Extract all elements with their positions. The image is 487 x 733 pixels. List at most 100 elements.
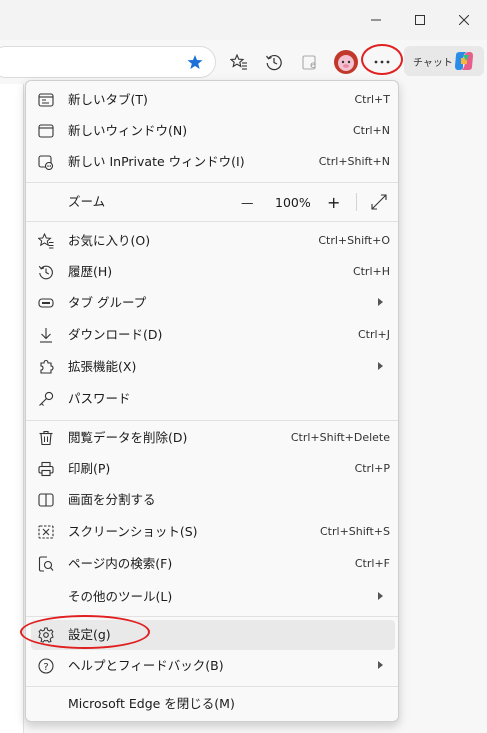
zoom-label: ズーム: [68, 194, 106, 209]
history-button[interactable]: [259, 48, 289, 76]
menu-item-print[interactable]: 印刷(P) Ctrl+P: [31, 454, 395, 484]
ie-mode-button[interactable]: e: [296, 48, 326, 76]
download-icon: [40, 328, 52, 343]
menu-item-label: ページ内の検索(F): [68, 556, 173, 571]
zoom-in-button[interactable]: +: [327, 187, 340, 217]
menu-item-new-inprivate-window[interactable]: 新しい InPrivate ウィンドウ(I) Ctrl+Shift+N: [31, 147, 395, 177]
ie-mode-icon: e: [302, 55, 316, 71]
menu-item-label: タブ グループ: [68, 295, 147, 310]
minimize-icon: [371, 19, 381, 21]
menu-item-label: ヘルプとフィードバック(B): [68, 658, 224, 673]
zoom-value: 100%: [275, 194, 311, 210]
minimize-button[interactable]: [353, 0, 399, 40]
menu-item-tab-groups[interactable]: タブ グループ: [31, 288, 395, 318]
zoom-out-label: —: [241, 194, 254, 210]
history-icon: [266, 54, 282, 71]
menu-item-label: 画面を分割する: [68, 492, 156, 507]
menu-item-label: 新しい InPrivate ウィンドウ(I): [68, 154, 245, 169]
menu-item-clear-browsing-data[interactable]: 閲覧データを削除(D) Ctrl+Shift+Delete: [31, 423, 395, 453]
avatar: [334, 50, 358, 74]
zoom-divider: [356, 193, 357, 211]
menu-divider: [26, 221, 398, 222]
tab-groups-icon: [38, 298, 54, 308]
zoom-in-label: +: [327, 192, 341, 212]
menu-item-shortcut: Ctrl+Shift+Delete: [290, 431, 390, 444]
inprivate-icon: [38, 155, 54, 170]
menu-item-label: Microsoft Edge を閉じる(M): [68, 696, 235, 711]
menu-item-shortcut: Ctrl+F: [354, 557, 390, 570]
menu-divider: [26, 182, 398, 183]
extensions-icon: [40, 359, 54, 374]
chevron-right-icon: [378, 661, 383, 669]
favorites-list-icon: [230, 54, 247, 70]
address-bar[interactable]: [0, 46, 216, 78]
menu-item-history[interactable]: 履歴(H) Ctrl+H: [31, 257, 395, 287]
menu-item-label: 閲覧データを削除(D): [68, 430, 188, 445]
zoom-out-button[interactable]: —: [241, 187, 254, 217]
menu-item-shortcut: Ctrl+N: [352, 124, 390, 137]
zoom-level: 100%: [275, 187, 311, 217]
menu-divider: [26, 420, 398, 421]
chat-label: チャット: [413, 57, 453, 69]
menu-item-shortcut: Ctrl+J: [357, 328, 390, 341]
menu-item-label: 新しいタブ(T): [68, 92, 148, 107]
menu-divider: [26, 686, 398, 687]
menu-item-shortcut: Ctrl+T: [354, 93, 390, 106]
menu-item-label: スクリーンショット(S): [68, 524, 198, 539]
menu-item-favorites[interactable]: お気に入り(O) Ctrl+Shift+O: [31, 226, 395, 256]
printer-icon: [38, 461, 54, 477]
menu-item-label: 印刷(P): [68, 461, 111, 476]
menu-item-extensions[interactable]: 拡張機能(X): [31, 352, 395, 382]
settings-annotation: [20, 615, 150, 649]
menu-item-passwords[interactable]: パスワード: [31, 384, 395, 414]
close-window-button[interactable]: [441, 0, 487, 40]
menu-item-label: 拡張機能(X): [68, 359, 137, 374]
new-window-icon: [38, 124, 54, 138]
chevron-right-icon: [378, 298, 383, 306]
maximize-icon: [415, 15, 425, 25]
chevron-right-icon: [378, 592, 383, 600]
menu-item-label: 新しいウィンドウ(N): [68, 123, 188, 138]
screenshot-icon: [38, 525, 54, 539]
split-screen-icon: [38, 493, 54, 507]
menu-item-close-edge[interactable]: Microsoft Edge を閉じる(M): [31, 689, 395, 719]
close-icon: [459, 15, 469, 25]
menu-item-label: 履歴(H): [68, 264, 113, 279]
title-bar: [0, 0, 487, 40]
menu-item-screenshot[interactable]: スクリーンショット(S) Ctrl+Shift+S: [31, 517, 395, 547]
svg-text:e: e: [310, 60, 316, 71]
menu-item-new-tab[interactable]: 新しいタブ(T) Ctrl+T: [31, 85, 395, 115]
menu-item-split-screen[interactable]: 画面を分割する: [31, 485, 395, 515]
menu-item-more-tools[interactable]: その他のツール(L): [31, 582, 395, 612]
maximize-button[interactable]: [397, 0, 443, 40]
menu-item-downloads[interactable]: ダウンロード(D) Ctrl+J: [31, 320, 395, 350]
menu-item-zoom: ズーム — 100% +: [31, 187, 395, 217]
menu-item-label: お気に入り(O): [68, 233, 151, 248]
help-icon: ?: [38, 658, 54, 674]
chevron-right-icon: [378, 362, 383, 370]
menu-item-find-on-page[interactable]: ページ内の検索(F) Ctrl+F: [31, 549, 395, 579]
key-icon: [39, 391, 54, 406]
menu-item-new-window[interactable]: 新しいウィンドウ(N) Ctrl+N: [31, 116, 395, 146]
find-icon: [38, 556, 54, 572]
fullscreen-icon[interactable]: [371, 194, 387, 210]
menu-item-help-and-feedback[interactable]: ? ヘルプとフィードバック(B): [31, 651, 395, 681]
menu-item-label: その他のツール(L): [68, 589, 173, 604]
menu-item-shortcut: Ctrl+Shift+O: [318, 234, 390, 247]
menu-item-shortcut: Ctrl+P: [354, 462, 390, 475]
favorites-icon: [38, 233, 54, 249]
profile-button[interactable]: [331, 48, 361, 76]
menu-item-shortcut: Ctrl+Shift+S: [320, 525, 390, 538]
menu-item-label: ダウンロード(D): [68, 327, 163, 342]
menu-item-label: パスワード: [68, 391, 131, 406]
copilot-icon[interactable]: [452, 49, 476, 73]
menu-item-shortcut: Ctrl+H: [352, 265, 390, 278]
favorites-button[interactable]: [224, 48, 254, 76]
menu-item-shortcut: Ctrl+Shift+N: [318, 155, 390, 168]
svg-text:?: ?: [43, 662, 48, 673]
trash-icon: [39, 430, 53, 446]
favorite-star-icon[interactable]: [187, 54, 203, 70]
menu-button-annotation: [361, 44, 403, 75]
new-tab-icon: [38, 93, 54, 107]
page-content: [0, 84, 24, 733]
